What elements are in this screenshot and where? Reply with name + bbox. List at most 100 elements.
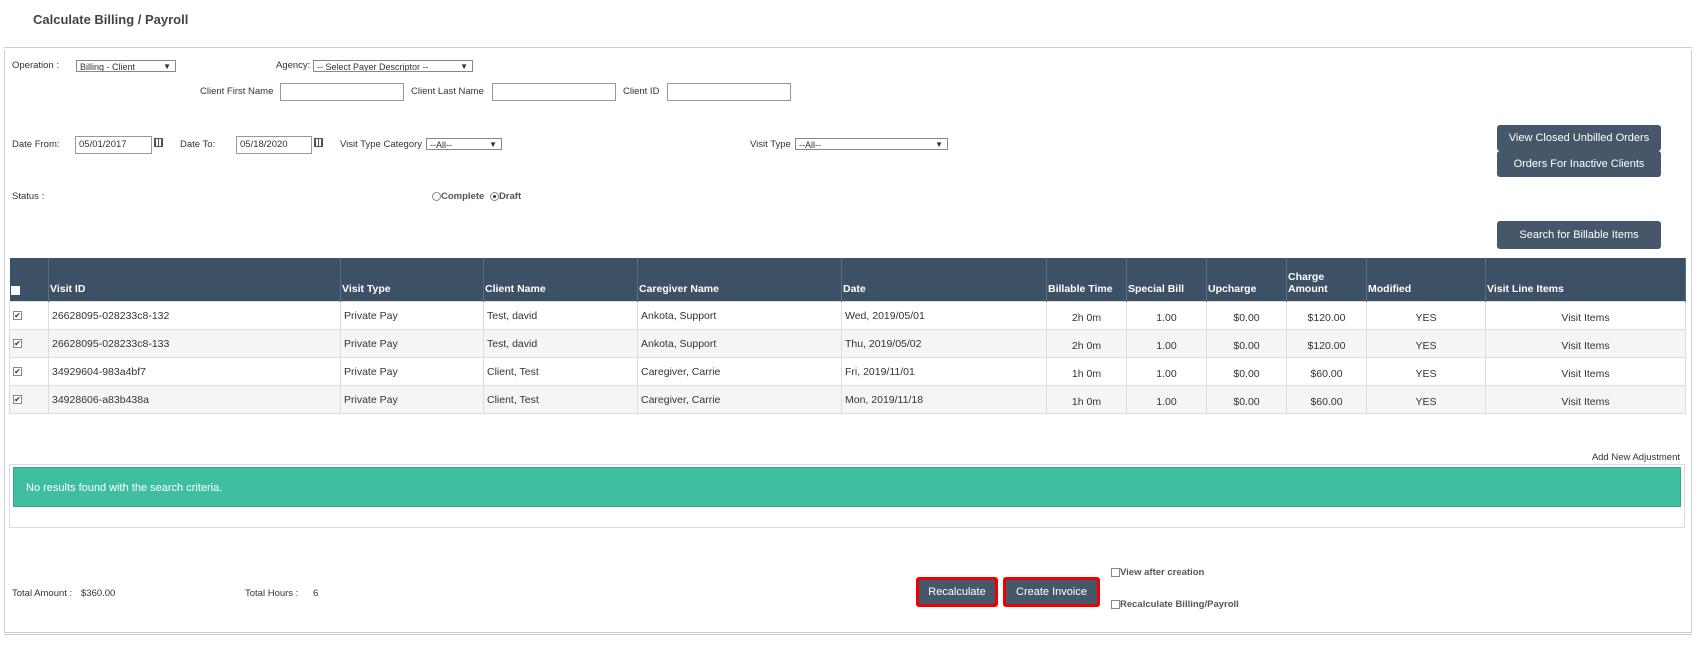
modified-cell: YES	[1366, 301, 1486, 330]
recalculate-button[interactable]: Recalculate	[916, 577, 998, 607]
client-name-cell: Client, Test	[483, 357, 638, 386]
client-name-cell: Test, david	[483, 329, 638, 358]
status-label: Status :	[12, 191, 45, 202]
table-header-row: ✔ Visit ID Visit Type Client Name Caregi…	[9, 258, 1686, 302]
row-select-cell: ✔	[9, 385, 49, 414]
upcharge-cell: $0.00	[1206, 301, 1287, 330]
caregiver-name-cell: Ankota, Support	[637, 329, 842, 358]
operation-value: Billing - Client	[80, 62, 136, 72]
column-header[interactable]: Special Bill	[1126, 258, 1207, 302]
charge-amount-cell: $60.00	[1286, 357, 1367, 386]
caregiver-name-cell: Caregiver, Carrie	[637, 385, 842, 414]
date-from-label: Date From:	[12, 139, 60, 150]
total-amount-label: Total Amount :	[12, 588, 73, 599]
column-header[interactable]: Client Name	[483, 258, 638, 302]
column-header[interactable]: Visit Type	[340, 258, 484, 302]
visit-type-cell: Private Pay	[340, 329, 484, 358]
billable-time-cell: 1h 0m	[1046, 357, 1127, 386]
client-last-name-input[interactable]	[492, 83, 616, 101]
status-draft-radio[interactable]	[489, 191, 499, 201]
special-bill-cell: 1.00	[1126, 329, 1207, 358]
row-checkbox[interactable]: ✔	[13, 367, 22, 376]
add-new-adjustment-link[interactable]: Add New Adjustment	[1592, 452, 1680, 463]
date-from-input[interactable]: 05/01/2017	[75, 136, 152, 154]
dropdown-arrow-icon: ▼	[460, 62, 468, 71]
row-checkbox[interactable]: ✔	[13, 395, 22, 404]
no-results-alert: No results found with the search criteri…	[13, 467, 1681, 507]
date-cell: Thu, 2019/05/02	[841, 329, 1047, 358]
billable-time-cell: 2h 0m	[1046, 329, 1127, 358]
date-to-input[interactable]: 05/18/2020	[236, 136, 312, 154]
column-header[interactable]: Date	[841, 258, 1047, 302]
client-name-cell: Client, Test	[483, 385, 638, 414]
recalculate-billing-checkbox[interactable]	[1111, 599, 1120, 609]
visit-type-select[interactable]: --All-- ▼	[795, 138, 948, 150]
client-id-input[interactable]	[667, 83, 791, 101]
modified-cell: YES	[1366, 329, 1486, 358]
visit-items-link[interactable]: Visit Items	[1485, 301, 1686, 330]
date-to-label: Date To:	[180, 139, 216, 150]
total-hours-value: 6	[313, 588, 319, 599]
billable-items-table: ✔ Visit ID Visit Type Client Name Caregi…	[9, 258, 1686, 414]
column-header[interactable]: Visit Line Items	[1485, 258, 1686, 302]
recalculate-billing-option: Recalculate Billing/Payroll	[1111, 599, 1239, 610]
agency-label: Agency:	[276, 60, 311, 71]
visit-items-link[interactable]: Visit Items	[1485, 357, 1686, 386]
billable-time-cell: 1h 0m	[1046, 385, 1127, 414]
total-amount-value: $360.00	[81, 588, 116, 599]
search-billable-items-button[interactable]: Search for Billable Items	[1497, 221, 1661, 249]
visit-type-cell: Private Pay	[340, 301, 484, 330]
charge-amount-cell: $120.00	[1286, 301, 1367, 330]
header-divider	[4, 47, 1692, 48]
row-select-cell: ✔	[9, 357, 49, 386]
row-checkbox[interactable]: ✔	[13, 339, 22, 348]
operation-label: Operation :	[12, 60, 59, 71]
visit-type-cell: Private Pay	[340, 357, 484, 386]
status-complete-radio[interactable]	[432, 191, 441, 201]
orders-inactive-clients-button[interactable]: Orders For Inactive Clients	[1497, 151, 1661, 177]
visit-type-category-select[interactable]: --All-- ▼	[426, 138, 502, 150]
visit-items-link[interactable]: Visit Items	[1485, 329, 1686, 358]
client-first-name-label: Client First Name	[200, 86, 274, 97]
table-row: ✔ 34928606-a83b438a Private Pay Client, …	[9, 385, 1686, 414]
row-checkbox[interactable]: ✔	[13, 311, 22, 320]
billable-time-cell: 2h 0m	[1046, 301, 1127, 330]
column-header[interactable]: Charge Amount	[1286, 258, 1367, 302]
visit-type-category-value: --All--	[430, 140, 452, 150]
visit-type-value: --All--	[799, 140, 821, 150]
date-cell: Mon, 2019/11/18	[841, 385, 1047, 414]
operation-select[interactable]: Billing - Client ▼	[76, 60, 176, 72]
client-first-name-input[interactable]	[280, 83, 404, 101]
view-after-creation-option: View after creation	[1111, 567, 1204, 578]
column-header[interactable]: Modified	[1366, 258, 1486, 302]
column-header[interactable]: Billable Time	[1046, 258, 1127, 302]
view-after-creation-checkbox[interactable]	[1111, 567, 1120, 577]
column-header[interactable]: Upcharge	[1206, 258, 1287, 302]
table-row: ✔ 26628095-028233c8-132 Private Pay Test…	[9, 301, 1686, 330]
view-closed-unbilled-orders-button[interactable]: View Closed Unbilled Orders	[1497, 125, 1661, 151]
create-invoice-button[interactable]: Create Invoice	[1003, 577, 1100, 607]
footer-divider	[4, 634, 1692, 635]
calendar-icon[interactable]	[154, 138, 163, 147]
caregiver-name-cell: Caregiver, Carrie	[637, 357, 842, 386]
visit-id-cell: 26628095-028233c8-132	[48, 301, 341, 330]
charge-amount-cell: $60.00	[1286, 385, 1367, 414]
column-header[interactable]: Visit ID	[48, 258, 341, 302]
status-radio-group: Complete Draft	[432, 191, 521, 202]
special-bill-cell: 1.00	[1126, 301, 1207, 330]
calendar-icon[interactable]	[314, 138, 323, 147]
modified-cell: YES	[1366, 385, 1486, 414]
visit-type-cell: Private Pay	[340, 385, 484, 414]
dropdown-arrow-icon: ▼	[935, 140, 943, 149]
visit-type-category-label: Visit Type Category	[340, 139, 423, 150]
agency-select[interactable]: -- Select Payer Descriptor -- ▼	[313, 60, 473, 72]
select-all-checkbox[interactable]: ✔	[10, 286, 20, 295]
client-id-label: Client ID	[623, 86, 660, 97]
visit-items-link[interactable]: Visit Items	[1485, 385, 1686, 414]
select-all-header: ✔	[9, 258, 49, 302]
visit-id-cell: 26628095-028233c8-133	[48, 329, 341, 358]
recalculate-billing-label: Recalculate Billing/Payroll	[1120, 599, 1239, 610]
column-header[interactable]: Caregiver Name	[637, 258, 842, 302]
row-select-cell: ✔	[9, 301, 49, 330]
agency-value: -- Select Payer Descriptor --	[317, 62, 429, 72]
